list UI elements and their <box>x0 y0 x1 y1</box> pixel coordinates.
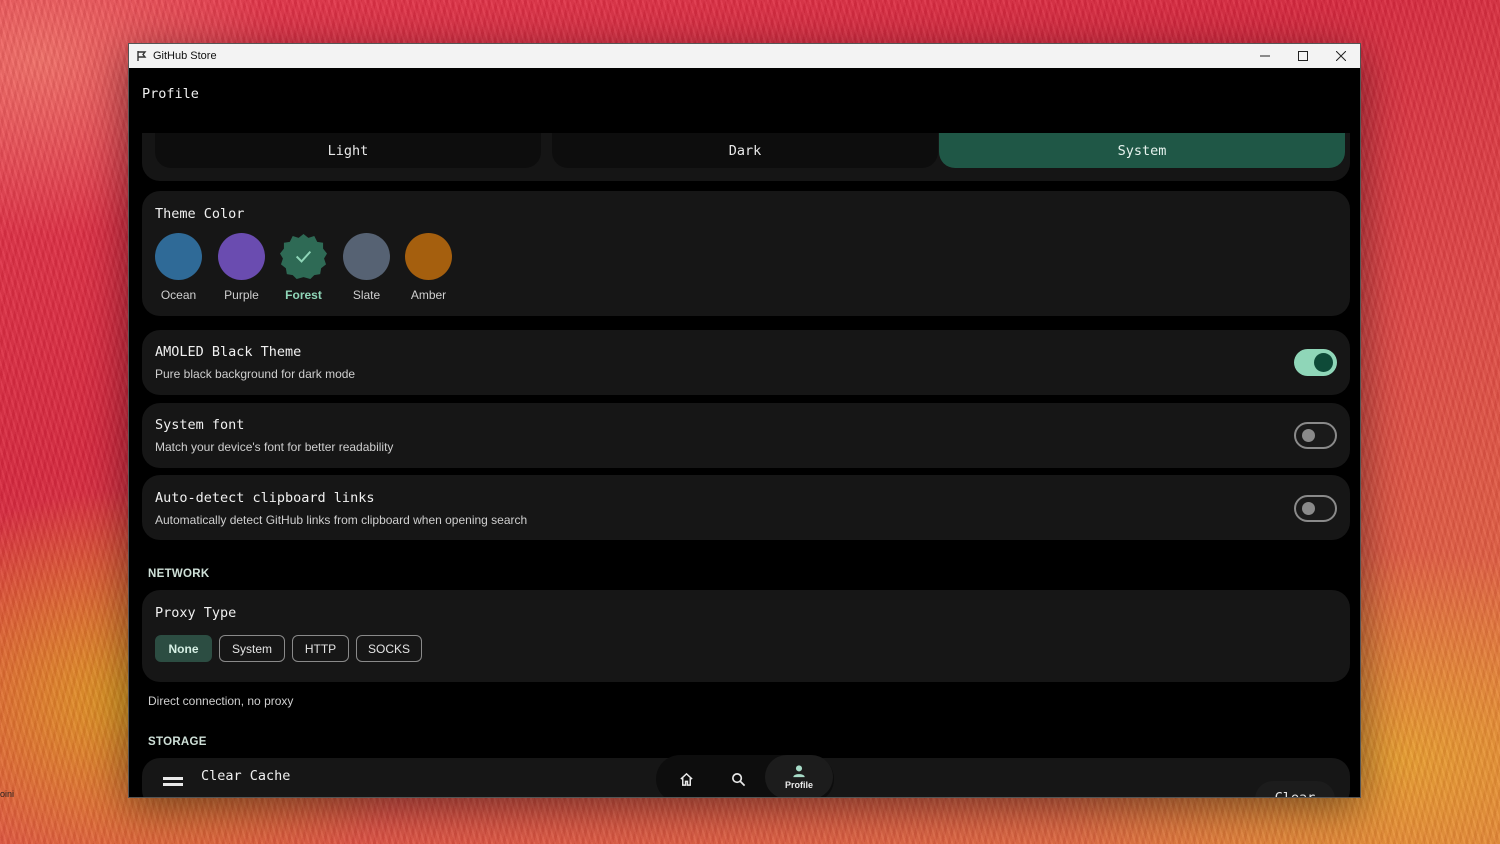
close-button[interactable] <box>1322 44 1360 68</box>
nav-search[interactable] <box>728 769 748 789</box>
theme-color-card: Theme Color Ocean Purple Forest Slate Am… <box>142 191 1350 316</box>
page-title: Profile <box>142 86 199 102</box>
home-icon <box>679 772 693 786</box>
theme-dark-button[interactable]: Dark <box>552 133 938 168</box>
swatch-amber[interactable]: Amber <box>405 233 452 302</box>
purple-color-dot <box>218 233 265 280</box>
swatch-forest[interactable]: Forest <box>280 233 327 302</box>
clear-cache-title: Clear Cache <box>201 768 291 784</box>
amoled-title: AMOLED Black Theme <box>155 344 302 360</box>
profile-icon <box>793 765 805 778</box>
system-font-title: System font <box>155 417 245 433</box>
ocean-color-dot <box>155 233 202 280</box>
swatch-ocean[interactable]: Ocean <box>155 233 202 302</box>
close-icon <box>1336 51 1346 61</box>
forest-color-dot <box>280 233 327 280</box>
maximize-button[interactable] <box>1284 44 1322 68</box>
swatch-label: Ocean <box>160 288 197 302</box>
maximize-icon <box>1298 51 1308 61</box>
clipboard-title: Auto-detect clipboard links <box>155 490 375 506</box>
toggle-knob <box>1302 502 1315 515</box>
network-section-label: NETWORK <box>148 568 210 580</box>
proxy-description: Direct connection, no proxy <box>148 694 294 708</box>
minimize-button[interactable] <box>1246 44 1284 68</box>
clipboard-setting-card[interactable]: Auto-detect clipboard links Automaticall… <box>142 475 1350 540</box>
proxy-type-title: Proxy Type <box>155 605 237 621</box>
clear-cache-button[interactable]: Clear <box>1255 781 1335 797</box>
nav-home[interactable] <box>676 769 696 789</box>
swatch-label: Forest <box>285 288 322 302</box>
amoled-toggle[interactable] <box>1294 349 1337 376</box>
toggle-knob <box>1314 353 1333 372</box>
theme-color-title: Theme Color <box>155 206 245 222</box>
storage-section-label: STORAGE <box>148 736 207 748</box>
proxy-system-chip[interactable]: System <box>219 635 285 662</box>
system-font-subtitle: Match your device's font for better read… <box>155 440 394 454</box>
slate-color-dot <box>343 233 390 280</box>
profile-screen: Profile Light Dark System Theme Color Oc… <box>129 68 1360 797</box>
amoled-setting-card[interactable]: AMOLED Black Theme Pure black background… <box>142 330 1350 395</box>
theme-system-button[interactable]: System <box>939 133 1345 168</box>
proxy-socks-chip[interactable]: SOCKS <box>356 635 422 662</box>
app-window: GitHub Store Profile Light Dark System T… <box>128 43 1361 798</box>
nav-profile[interactable]: Profile <box>765 755 833 797</box>
desktop-text: oini <box>0 789 15 799</box>
swatch-label: Slate <box>352 288 381 302</box>
system-font-setting-card[interactable]: System font Match your device's font for… <box>142 403 1350 468</box>
nav-profile-label: Profile <box>784 780 813 790</box>
swatch-label: Amber <box>410 288 447 302</box>
swatch-label: Purple <box>224 288 259 302</box>
app-logo-icon <box>136 50 148 62</box>
selected-scallop-shape <box>280 233 327 280</box>
swatch-slate[interactable]: Slate <box>343 233 390 302</box>
theme-light-button[interactable]: Light <box>155 133 541 168</box>
amber-color-dot <box>405 233 452 280</box>
storage-icon <box>163 775 183 794</box>
window-title: GitHub Store <box>153 50 217 62</box>
swatch-purple[interactable]: Purple <box>218 233 265 302</box>
amoled-subtitle: Pure black background for dark mode <box>155 367 356 381</box>
proxy-none-chip[interactable]: None <box>155 635 212 662</box>
system-font-toggle[interactable] <box>1294 422 1337 449</box>
bottom-navigation: Profile <box>656 755 834 797</box>
theme-mode-selector: Light Dark System <box>142 133 1350 181</box>
title-bar[interactable]: GitHub Store <box>129 44 1360 68</box>
proxy-type-card: Proxy Type None System HTTP SOCKS <box>142 590 1350 682</box>
clipboard-subtitle: Automatically detect GitHub links from c… <box>155 513 528 527</box>
clipboard-toggle[interactable] <box>1294 495 1337 522</box>
toggle-knob <box>1302 429 1315 442</box>
minimize-icon <box>1260 55 1270 57</box>
proxy-http-chip[interactable]: HTTP <box>292 635 349 662</box>
search-icon <box>731 772 745 786</box>
